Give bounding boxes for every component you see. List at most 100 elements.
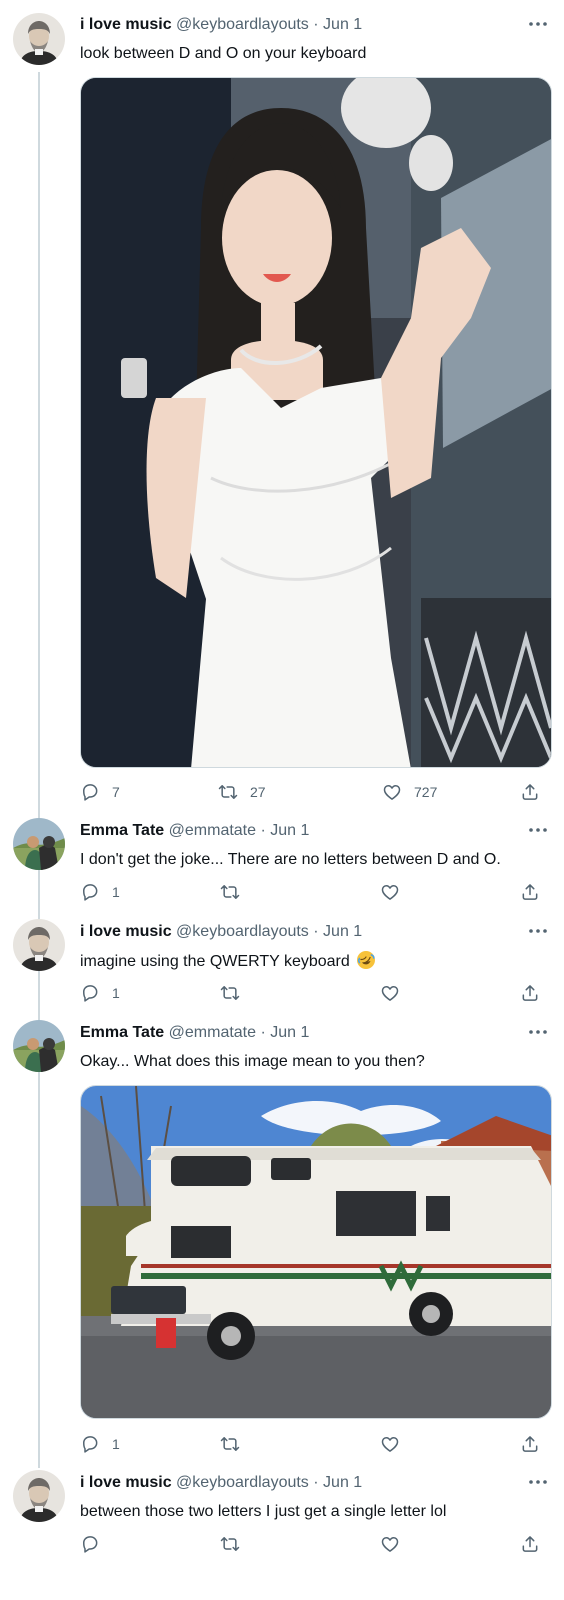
user-handle[interactable]: @keyboardlayouts <box>176 1474 309 1491</box>
display-name[interactable]: Emma Tate <box>80 1024 164 1041</box>
reply-button[interactable]: 7 <box>80 780 120 804</box>
reply-icon <box>80 1434 100 1454</box>
like-button[interactable] <box>380 880 400 904</box>
display-name[interactable]: i love music <box>80 1474 172 1491</box>
tweet[interactable]: Emma Tate @emmatate · Jun 1 I don't get … <box>0 812 564 913</box>
photo-woman-white-dress-waving <box>81 78 551 767</box>
heart-icon <box>382 782 402 802</box>
tweet-actions: 7 27 727 <box>80 780 552 804</box>
avatar[interactable] <box>13 13 65 65</box>
heart-icon <box>380 1534 400 1554</box>
retweet-button[interactable] <box>220 981 240 1005</box>
photo-rv-motorhome <box>81 1086 551 1418</box>
share-button[interactable] <box>520 1532 540 1556</box>
like-button[interactable]: 727 <box>382 780 437 804</box>
share-icon <box>520 1534 540 1554</box>
share-icon <box>520 983 540 1003</box>
tweet-actions: 1 <box>80 880 552 904</box>
share-button[interactable] <box>520 1432 540 1456</box>
reply-button[interactable]: 1 <box>80 981 120 1005</box>
tweet-header: i love music @keyboardlayouts · Jun 1 <box>80 921 524 943</box>
separator: · <box>313 16 319 33</box>
retweet-icon <box>220 882 240 902</box>
more-options-icon[interactable] <box>526 14 550 34</box>
tweet-text: look between D and O on your keyboard <box>80 45 367 62</box>
retweet-icon <box>218 782 238 802</box>
user-handle[interactable]: @emmatate <box>169 822 256 839</box>
tweet-text-content: imagine using the QWERTY keyboard <box>80 953 350 970</box>
retweet-icon <box>220 1434 240 1454</box>
avatar[interactable] <box>13 919 65 971</box>
reply-count: 1 <box>112 884 120 900</box>
tweet[interactable]: i love music @keyboardlayouts · Jun 1 im… <box>0 913 564 1014</box>
reply-icon <box>80 1534 100 1554</box>
user-handle[interactable]: @keyboardlayouts <box>176 923 309 940</box>
like-button[interactable] <box>380 981 400 1005</box>
tweet-date[interactable]: Jun 1 <box>323 1474 362 1491</box>
reply-icon <box>80 983 100 1003</box>
retweet-button[interactable] <box>220 1532 240 1556</box>
retweet-button[interactable] <box>220 1432 240 1456</box>
heart-icon <box>380 983 400 1003</box>
user-handle[interactable]: @keyboardlayouts <box>176 16 309 33</box>
tweet-header: Emma Tate @emmatate · Jun 1 <box>80 820 524 842</box>
tweet-image[interactable] <box>80 1085 552 1419</box>
display-name[interactable]: i love music <box>80 16 172 33</box>
more-options-icon[interactable] <box>526 1472 550 1492</box>
reply-count: 7 <box>112 784 120 800</box>
retweet-button[interactable] <box>220 880 240 904</box>
like-button[interactable] <box>380 1532 400 1556</box>
tweet-date[interactable]: Jun 1 <box>270 822 309 839</box>
tweet[interactable]: i love music @keyboardlayouts · Jun 1 lo… <box>0 0 564 812</box>
separator: · <box>313 1474 319 1491</box>
retweet-count: 27 <box>250 784 266 800</box>
user-handle[interactable]: @emmatate <box>169 1024 256 1041</box>
reply-button[interactable]: 1 <box>80 880 120 904</box>
like-button[interactable] <box>380 1432 400 1456</box>
tweet-actions: 1 <box>80 1432 552 1456</box>
reply-icon <box>80 782 100 802</box>
heart-icon <box>380 1434 400 1454</box>
share-icon <box>520 782 540 802</box>
share-icon <box>520 1434 540 1454</box>
separator: · <box>260 1024 266 1041</box>
avatar[interactable] <box>13 1470 65 1522</box>
share-button[interactable] <box>520 780 540 804</box>
tweet-text: Okay... What does this image mean to you… <box>80 1053 425 1070</box>
share-icon <box>520 882 540 902</box>
retweet-icon <box>220 983 240 1003</box>
tweet-text: I don't get the joke... There are no let… <box>80 851 501 868</box>
retweet-icon <box>220 1534 240 1554</box>
reply-button[interactable] <box>80 1532 100 1556</box>
tweet-actions <box>80 1532 552 1556</box>
reply-count: 1 <box>112 1436 120 1452</box>
heart-icon <box>380 882 400 902</box>
tweet-header: i love music @keyboardlayouts · Jun 1 <box>80 14 524 36</box>
tweet-text: between those two letters I just get a s… <box>80 1503 447 1520</box>
display-name[interactable]: Emma Tate <box>80 822 164 839</box>
more-options-icon[interactable] <box>526 820 550 840</box>
tweet[interactable]: Emma Tate @emmatate · Jun 1 Okay... What… <box>0 1014 564 1464</box>
display-name[interactable]: i love music <box>80 923 172 940</box>
like-count: 727 <box>414 784 438 800</box>
tweet-actions: 1 <box>80 981 552 1005</box>
tweet-text: imagine using the QWERTY keyboard <box>80 950 544 973</box>
tweet[interactable]: i love music @keyboardlayouts · Jun 1 be… <box>0 1464 564 1600</box>
tweet-date[interactable]: Jun 1 <box>323 923 362 940</box>
more-options-icon[interactable] <box>526 1022 550 1042</box>
reply-count: 1 <box>112 985 120 1001</box>
tweet-date[interactable]: Jun 1 <box>323 16 362 33</box>
avatar[interactable] <box>13 1020 65 1072</box>
rofl-emoji-icon <box>356 950 376 970</box>
more-options-icon[interactable] <box>526 921 550 941</box>
separator: · <box>313 923 319 940</box>
share-button[interactable] <box>520 981 540 1005</box>
retweet-button[interactable]: 27 <box>218 780 266 804</box>
tweet-date[interactable]: Jun 1 <box>270 1024 309 1041</box>
separator: · <box>260 822 266 839</box>
tweet-header: i love music @keyboardlayouts · Jun 1 <box>80 1472 524 1494</box>
tweet-image[interactable] <box>80 77 552 768</box>
avatar[interactable] <box>13 818 65 870</box>
reply-button[interactable]: 1 <box>80 1432 120 1456</box>
share-button[interactable] <box>520 880 540 904</box>
